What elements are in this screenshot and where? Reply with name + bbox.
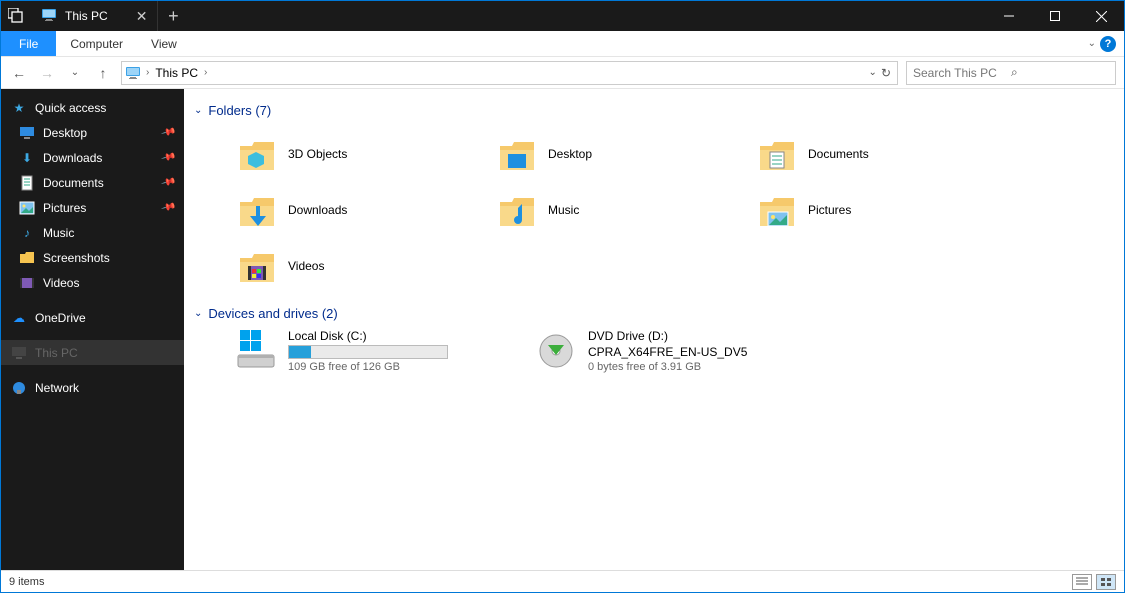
folder-documents-icon	[754, 132, 798, 176]
titlebar: This PC ✕ +	[1, 1, 1124, 31]
picture-icon	[19, 200, 35, 216]
window-tab[interactable]: This PC ✕	[31, 1, 158, 31]
close-window-button[interactable]	[1078, 1, 1124, 31]
nav-up-button[interactable]: ↑	[93, 65, 113, 81]
folder-icon	[19, 250, 35, 266]
refresh-icon[interactable]: ↻	[881, 66, 891, 80]
folder-documents[interactable]: Documents	[754, 126, 1014, 182]
sidebar-network[interactable]: Network	[1, 375, 184, 400]
section-drives-header[interactable]: ⌄ Devices and drives (2)	[194, 302, 1124, 325]
nav-back-button[interactable]: ←	[9, 65, 29, 81]
dvd-drive-icon	[534, 329, 578, 373]
folder-videos[interactable]: Videos	[234, 238, 494, 294]
item-count: 9 items	[9, 576, 44, 588]
monitor-icon	[41, 7, 57, 26]
pin-icon: 📌	[160, 150, 176, 166]
status-bar: 9 items	[1, 570, 1124, 592]
folder-pictures[interactable]: Pictures	[754, 182, 1014, 238]
drive-dvd-d[interactable]: DVD Drive (D:) CPRA_X64FRE_EN-US_DV5 0 b…	[534, 329, 834, 373]
folder-music[interactable]: Music	[494, 182, 754, 238]
address-input[interactable]: › This PC › ⌄ ↻	[121, 61, 898, 85]
monitor-icon	[11, 345, 27, 361]
menu-view[interactable]: View	[137, 31, 191, 56]
drive-local-c[interactable]: Local Disk (C:) 109 GB free of 126 GB	[234, 329, 534, 373]
drive-name: DVD Drive (D:)	[588, 329, 747, 343]
folder-3d-icon	[234, 132, 278, 176]
chevron-down-icon: ⌄	[194, 308, 202, 319]
drive-free-text: 0 bytes free of 3.91 GB	[588, 361, 747, 373]
section-folders-header[interactable]: ⌄ Folders (7)	[194, 99, 1124, 122]
chevron-right-icon[interactable]: ›	[146, 67, 149, 78]
menu-file[interactable]: File	[1, 31, 56, 56]
network-icon	[11, 380, 27, 396]
drive-usage-bar	[288, 345, 448, 359]
view-large-icons-button[interactable]	[1096, 574, 1116, 590]
content-pane: ⌄ Folders (7) 3D Objects Desktop Documen…	[184, 89, 1124, 570]
folder-downloads[interactable]: Downloads	[234, 182, 494, 238]
sidebar-this-pc[interactable]: This PC	[1, 340, 184, 365]
desktop-icon	[19, 125, 35, 141]
chevron-right-icon[interactable]: ›	[204, 67, 207, 78]
nav-forward-button[interactable]: →	[37, 65, 57, 81]
breadcrumb-this-pc[interactable]: This PC	[153, 66, 200, 80]
star-icon: ★	[11, 100, 27, 116]
sidebar-downloads[interactable]: ⬇ Downloads 📌	[1, 145, 184, 170]
new-tab-button[interactable]: +	[158, 6, 188, 27]
minimize-button[interactable]	[986, 1, 1032, 31]
sidebar-onedrive[interactable]: ☁ OneDrive	[1, 305, 184, 330]
view-details-button[interactable]	[1072, 574, 1092, 590]
sidebar-documents[interactable]: Documents 📌	[1, 170, 184, 195]
pin-icon: 📌	[160, 175, 176, 191]
folder-desktop[interactable]: Desktop	[494, 126, 754, 182]
folder-videos-icon	[234, 244, 278, 288]
search-icon: ⌕	[1011, 65, 1109, 80]
menubar: File Computer View ⌄ ?	[1, 31, 1124, 57]
menu-computer[interactable]: Computer	[56, 31, 137, 56]
video-icon	[19, 275, 35, 291]
close-tab-icon[interactable]: ✕	[136, 8, 148, 25]
document-icon	[19, 175, 35, 191]
pin-icon: 📌	[160, 200, 176, 216]
sidebar-desktop[interactable]: Desktop 📌	[1, 120, 184, 145]
app-multitask-icon[interactable]	[1, 1, 31, 31]
drive-label: CPRA_X64FRE_EN-US_DV5	[588, 345, 747, 359]
sidebar-quick-access[interactable]: ★ Quick access	[1, 95, 184, 120]
sidebar-music[interactable]: ♪ Music	[1, 220, 184, 245]
address-bar: ← → ⌄ ↑ › This PC › ⌄ ↻ Search This PC ⌕	[1, 57, 1124, 89]
help-icon[interactable]: ?	[1100, 36, 1116, 52]
search-input[interactable]: Search This PC ⌕	[906, 61, 1116, 85]
address-dropdown-icon[interactable]: ⌄	[869, 67, 877, 78]
ribbon-expand-icon[interactable]: ⌄	[1088, 38, 1096, 49]
cloud-icon: ☁	[11, 310, 27, 326]
tab-title: This PC	[65, 9, 108, 23]
folder-pictures-icon	[754, 188, 798, 232]
drive-name: Local Disk (C:)	[288, 329, 448, 343]
nav-recent-dropdown[interactable]: ⌄	[65, 67, 85, 78]
folder-3d-objects[interactable]: 3D Objects	[234, 126, 494, 182]
monitor-icon	[124, 64, 142, 82]
maximize-button[interactable]	[1032, 1, 1078, 31]
sidebar-videos[interactable]: Videos	[1, 270, 184, 295]
sidebar-screenshots[interactable]: Screenshots	[1, 245, 184, 270]
folder-desktop-icon	[494, 132, 538, 176]
pin-icon: 📌	[160, 125, 176, 141]
folder-music-icon	[494, 188, 538, 232]
folder-downloads-icon	[234, 188, 278, 232]
sidebar-pictures[interactable]: Pictures 📌	[1, 195, 184, 220]
download-icon: ⬇	[19, 150, 35, 166]
music-icon: ♪	[19, 225, 35, 241]
search-placeholder: Search This PC	[913, 66, 1011, 80]
chevron-down-icon: ⌄	[194, 105, 202, 116]
navigation-pane: ★ Quick access Desktop 📌 ⬇ Downloads 📌 D…	[1, 89, 184, 570]
drive-free-text: 109 GB free of 126 GB	[288, 361, 448, 373]
hard-drive-icon	[234, 329, 278, 373]
